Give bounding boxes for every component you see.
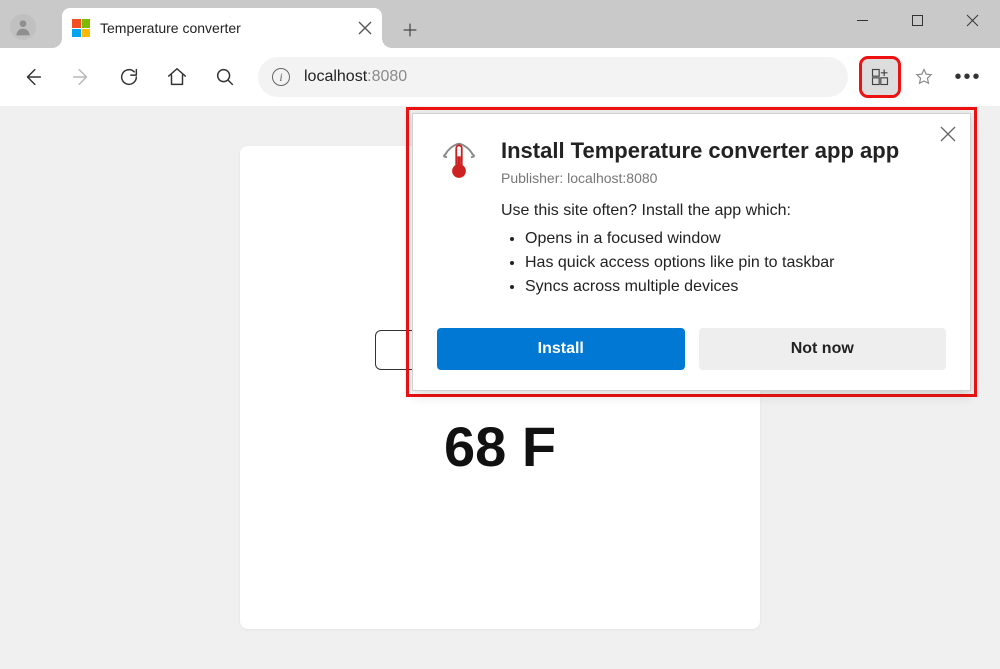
popup-bullet: Has quick access options like pin to tas… bbox=[525, 254, 899, 272]
window-titlebar: Temperature converter bbox=[0, 0, 1000, 48]
popup-publisher: Publisher: localhost:8080 bbox=[501, 170, 899, 186]
install-button[interactable]: Install bbox=[437, 328, 685, 370]
popup-bullet: Syncs across multiple devices bbox=[525, 278, 899, 296]
window-controls bbox=[835, 0, 1000, 40]
tab-close-button[interactable] bbox=[358, 21, 372, 35]
tab-title: Temperature converter bbox=[100, 20, 348, 36]
new-tab-button[interactable] bbox=[392, 12, 428, 48]
profile-avatar[interactable] bbox=[10, 14, 36, 40]
back-button[interactable] bbox=[14, 58, 52, 96]
site-info-icon[interactable]: i bbox=[272, 68, 290, 86]
install-popup: Install Temperature converter app app Pu… bbox=[412, 113, 971, 391]
browser-tab[interactable]: Temperature converter bbox=[62, 8, 382, 48]
window-maximize-button[interactable] bbox=[890, 0, 945, 40]
window-minimize-button[interactable] bbox=[835, 0, 890, 40]
home-button[interactable] bbox=[158, 58, 196, 96]
install-popup-highlight: Install Temperature converter app app Pu… bbox=[406, 107, 977, 397]
popup-close-button[interactable] bbox=[938, 124, 958, 144]
refresh-button[interactable] bbox=[110, 58, 148, 96]
address-bar[interactable]: i localhost:8080 bbox=[258, 57, 848, 97]
search-button[interactable] bbox=[206, 58, 244, 96]
url-host: localhost bbox=[304, 68, 367, 85]
popup-bullet: Opens in a focused window bbox=[525, 230, 899, 248]
window-close-button[interactable] bbox=[945, 0, 1000, 40]
install-app-button[interactable] bbox=[862, 59, 898, 95]
popup-title: Install Temperature converter app app bbox=[501, 138, 899, 164]
url-port: :8080 bbox=[367, 68, 407, 85]
thermometer-icon bbox=[437, 138, 481, 182]
result-display: 68 F bbox=[444, 414, 556, 479]
browser-toolbar: i localhost:8080 ••• bbox=[0, 48, 1000, 106]
popup-prompt: Use this site often? Install the app whi… bbox=[501, 202, 899, 220]
not-now-button[interactable]: Not now bbox=[699, 328, 947, 370]
more-options-button[interactable]: ••• bbox=[950, 59, 986, 95]
favicon-microsoft-icon bbox=[72, 19, 90, 37]
url-text: localhost:8080 bbox=[304, 68, 407, 86]
forward-button[interactable] bbox=[62, 58, 100, 96]
favorite-button[interactable] bbox=[906, 59, 942, 95]
